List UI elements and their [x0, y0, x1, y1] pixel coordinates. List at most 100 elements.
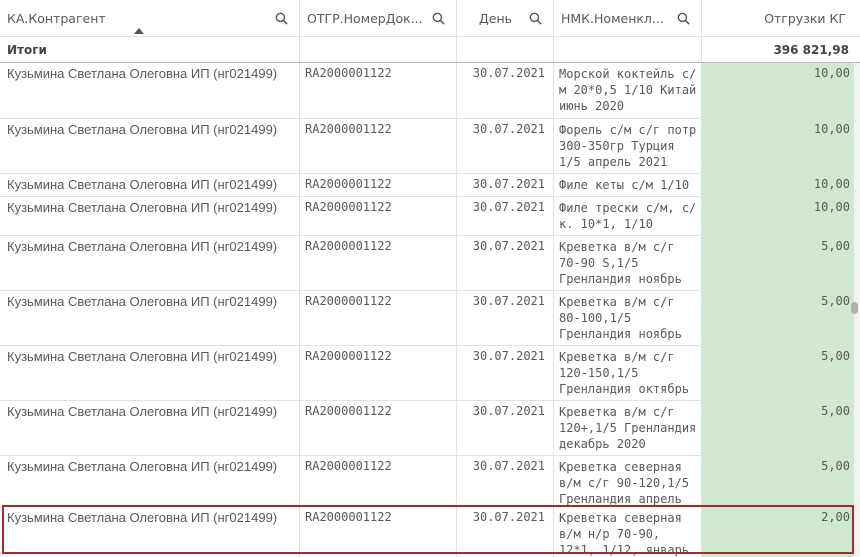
nomenclature-text: Креветка северная в/м с/г 90-120,1/5 Гре…	[559, 460, 690, 506]
cell-kontragent[interactable]: Кузьмина Светлана Олеговна ИП (нг021499)	[0, 507, 300, 557]
cell-doc-number[interactable]: RA2000001122	[300, 507, 457, 557]
day-text: 30.07.2021	[472, 177, 545, 191]
cell-shipments-kg[interactable]: 5,00	[702, 456, 854, 506]
kontragent-text: Кузьмина Светлана Олеговна ИП (нг021499)	[7, 66, 278, 81]
doc-number-text: RA2000001122	[305, 66, 392, 80]
table-row[interactable]: Кузьмина Светлана Олеговна ИП (нг021499)…	[0, 174, 860, 197]
cell-nomenclature[interactable]: Креветка в/м с/г 70-90 S,1/5 Гренландия …	[554, 236, 702, 290]
cell-day[interactable]: 30.07.2021	[457, 507, 554, 557]
doc-number-text: RA2000001122	[305, 404, 392, 418]
cell-doc-number[interactable]: RA2000001122	[300, 174, 457, 196]
search-icon[interactable]	[677, 12, 690, 25]
doc-number-text: RA2000001122	[305, 459, 392, 473]
shipments-kg-text: 5,00	[821, 459, 850, 473]
cell-shipments-kg[interactable]: 5,00	[702, 401, 854, 455]
table-row[interactable]: Кузьмина Светлана Олеговна ИП (нг021499)…	[0, 63, 860, 119]
cell-nomenclature[interactable]: Форель с/м с/г потр 300-350гр Турция 1/5…	[554, 119, 702, 173]
doc-number-text: RA2000001122	[305, 200, 392, 214]
table-row[interactable]: Кузьмина Светлана Олеговна ИП (нг021499)…	[0, 236, 860, 291]
search-icon[interactable]	[432, 12, 445, 25]
table-row[interactable]: Кузьмина Светлана Олеговна ИП (нг021499)…	[0, 197, 860, 236]
cell-shipments-kg[interactable]: 2,00	[702, 507, 854, 557]
cell-day[interactable]: 30.07.2021	[457, 119, 554, 173]
sort-ascending-icon[interactable]	[134, 28, 144, 34]
cell-doc-number[interactable]: RA2000001122	[300, 197, 457, 235]
cell-shipments-kg[interactable]: 10,00	[702, 119, 854, 173]
column-header-doc-number[interactable]: ОТГР.НомерДок...	[300, 0, 457, 36]
kontragent-text: Кузьмина Светлана Олеговна ИП (нг021499)	[7, 200, 278, 215]
cell-kontragent[interactable]: Кузьмина Светлана Олеговна ИП (нг021499)	[0, 174, 300, 196]
table-row[interactable]: Кузьмина Светлана Олеговна ИП (нг021499)…	[0, 401, 860, 456]
table-row[interactable]: Кузьмина Светлана Олеговна ИП (нг021499)…	[0, 119, 860, 174]
table-row[interactable]: Кузьмина Светлана Олеговна ИП (нг021499)…	[0, 507, 860, 557]
cell-day[interactable]: 30.07.2021	[457, 291, 554, 345]
cell-shipments-kg[interactable]: 5,00	[702, 346, 854, 400]
table-row[interactable]: Кузьмина Светлана Олеговна ИП (нг021499)…	[0, 456, 860, 507]
cell-nomenclature[interactable]: Филе кеты с/м 1/10	[554, 174, 702, 196]
cell-day[interactable]: 30.07.2021	[457, 63, 554, 118]
shipments-kg-text: 5,00	[821, 404, 850, 418]
doc-number-text: RA2000001122	[305, 177, 392, 191]
cell-nomenclature[interactable]: Креветка в/м с/г 80-100,1/5 Гренландия н…	[554, 291, 702, 345]
cell-day[interactable]: 30.07.2021	[457, 236, 554, 290]
nomenclature-text: Креветка в/м с/г 120+,1/5 Гренландия дек…	[559, 405, 697, 451]
doc-number-text: RA2000001122	[305, 349, 392, 363]
column-header-day[interactable]: День	[457, 0, 554, 36]
search-icon[interactable]	[529, 12, 542, 25]
cell-day[interactable]: 30.07.2021	[457, 401, 554, 455]
totals-empty-cell	[554, 37, 702, 62]
doc-number-text: RA2000001122	[305, 294, 392, 308]
cell-nomenclature[interactable]: Креветка северная в/м н/р 70-90, 12*1, 1…	[554, 507, 702, 557]
cell-kontragent[interactable]: Кузьмина Светлана Олеговна ИП (нг021499)	[0, 291, 300, 345]
cell-kontragent[interactable]: Кузьмина Светлана Олеговна ИП (нг021499)	[0, 197, 300, 235]
column-header-shipments-kg[interactable]: Отгрузки КГ	[702, 0, 854, 36]
cell-shipments-kg[interactable]: 10,00	[702, 197, 854, 235]
cell-day[interactable]: 30.07.2021	[457, 456, 554, 506]
day-text: 30.07.2021	[472, 239, 545, 253]
cell-kontragent[interactable]: Кузьмина Светлана Олеговна ИП (нг021499)	[0, 456, 300, 506]
cell-kontragent[interactable]: Кузьмина Светлана Олеговна ИП (нг021499)	[0, 346, 300, 400]
day-text: 30.07.2021	[472, 294, 545, 308]
cell-nomenclature[interactable]: Креветка северная в/м с/г 90-120,1/5 Гре…	[554, 456, 702, 506]
cell-nomenclature[interactable]: Морской коктейль с/м 20*0,5 1/10 Китай и…	[554, 63, 702, 118]
search-icon[interactable]	[275, 12, 288, 25]
totals-label-cell: Итоги	[0, 37, 300, 62]
shipments-kg-text: 10,00	[813, 122, 850, 136]
cell-doc-number[interactable]: RA2000001122	[300, 63, 457, 118]
cell-shipments-kg[interactable]: 5,00	[702, 236, 854, 290]
column-header-nomenclature[interactable]: НМК.Номенкл...	[554, 0, 702, 36]
column-header-kontragent[interactable]: КА.Контрагент	[0, 0, 300, 36]
column-header-label: Отгрузки КГ	[764, 10, 846, 26]
kontragent-text: Кузьмина Светлана Олеговна ИП (нг021499)	[7, 404, 278, 419]
shipments-kg-text: 2,00	[821, 510, 850, 524]
data-table: КА.Контрагент ОТГР.НомерДок... День НМК.…	[0, 0, 860, 557]
cell-nomenclature[interactable]: Филе трески с/м, с/к. 10*1, 1/10	[554, 197, 702, 235]
cell-shipments-kg[interactable]: 5,00	[702, 291, 854, 345]
cell-doc-number[interactable]: RA2000001122	[300, 401, 457, 455]
cell-doc-number[interactable]: RA2000001122	[300, 346, 457, 400]
cell-day[interactable]: 30.07.2021	[457, 197, 554, 235]
cell-doc-number[interactable]: RA2000001122	[300, 236, 457, 290]
cell-nomenclature[interactable]: Креветка в/м с/г 120-150,1/5 Гренландия …	[554, 346, 702, 400]
column-header-label: ОТГР.НомерДок...	[307, 10, 423, 26]
cell-nomenclature[interactable]: Креветка в/м с/г 120+,1/5 Гренландия дек…	[554, 401, 702, 455]
scrollbar-thumb[interactable]	[851, 302, 858, 314]
table-row[interactable]: Кузьмина Светлана Олеговна ИП (нг021499)…	[0, 346, 860, 401]
table-header: КА.Контрагент ОТГР.НомерДок... День НМК.…	[0, 0, 860, 37]
cell-kontragent[interactable]: Кузьмина Светлана Олеговна ИП (нг021499)	[0, 63, 300, 118]
cell-doc-number[interactable]: RA2000001122	[300, 291, 457, 345]
column-header-label: День	[479, 10, 512, 26]
totals-row: Итоги 396 821,98	[0, 37, 860, 63]
cell-doc-number[interactable]: RA2000001122	[300, 119, 457, 173]
cell-kontragent[interactable]: Кузьмина Светлана Олеговна ИП (нг021499)	[0, 119, 300, 173]
cell-shipments-kg[interactable]: 10,00	[702, 174, 854, 196]
day-text: 30.07.2021	[472, 510, 545, 524]
cell-day[interactable]: 30.07.2021	[457, 346, 554, 400]
cell-kontragent[interactable]: Кузьмина Светлана Олеговна ИП (нг021499)	[0, 236, 300, 290]
totals-empty-cell	[300, 37, 457, 62]
cell-doc-number[interactable]: RA2000001122	[300, 456, 457, 506]
cell-kontragent[interactable]: Кузьмина Светлана Олеговна ИП (нг021499)	[0, 401, 300, 455]
cell-day[interactable]: 30.07.2021	[457, 174, 554, 196]
table-row[interactable]: Кузьмина Светлана Олеговна ИП (нг021499)…	[0, 291, 860, 346]
cell-shipments-kg[interactable]: 10,00	[702, 63, 854, 118]
